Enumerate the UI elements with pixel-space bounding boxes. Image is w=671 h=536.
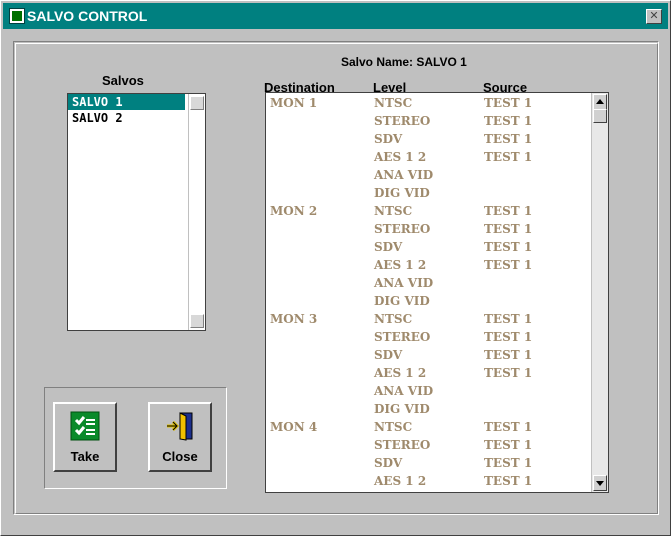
route-source: TEST 1 [484,222,533,236]
route-level: SDV [374,456,403,470]
route-level: ANA VID [374,276,434,290]
route-source: TEST 1 [484,150,533,164]
route-level: NTSC [374,312,413,326]
route-dest: MON 3 [270,312,318,326]
route-row[interactable]: ANA VID [266,382,590,400]
route-source: TEST 1 [484,420,533,434]
close-button[interactable]: Close [148,402,212,472]
routes-scrollbar[interactable] [591,93,608,492]
route-row[interactable]: DIG VID [266,292,590,310]
route-row[interactable]: MON 3 NTSC TEST 1 [266,310,590,328]
route-row[interactable]: STEREO TEST 1 [266,220,590,238]
route-level: STEREO [374,330,431,344]
route-level: SDV [374,240,403,254]
route-level: NTSC [374,96,413,110]
route-row[interactable]: STEREO TEST 1 [266,436,590,454]
route-level: ANA VID [374,168,434,182]
title-bar[interactable]: SALVO CONTROL ✕ [3,3,668,29]
salvo-list-item[interactable]: SALVO 1 [68,94,185,110]
take-checklist-icon [70,411,100,441]
route-row[interactable]: AES 1 2 TEST 1 [266,472,590,490]
route-row[interactable]: DIG VID [266,184,590,202]
route-level: AES 1 2 [374,366,427,380]
route-source: TEST 1 [484,474,533,488]
scroll-up-button[interactable] [593,94,607,110]
close-window-icon[interactable]: ✕ [646,9,662,24]
salvos-list[interactable]: SALVO 1 SALVO 2 [67,93,206,331]
route-dest: MON 2 [270,204,318,218]
route-row[interactable]: SDV TEST 1 [266,130,590,148]
route-level: NTSC [374,420,413,434]
route-source: TEST 1 [484,114,533,128]
route-level: NTSC [374,204,413,218]
salvos-scrollbar[interactable] [188,94,205,330]
route-row[interactable]: MON 1 NTSC TEST 1 [266,94,590,112]
routes-list[interactable]: MON 1 NTSC TEST 1 STEREO TEST 1 SDV TEST 1 AES … [265,92,609,493]
route-level: DIG VID [374,294,430,308]
route-source: TEST 1 [484,240,533,254]
route-level: SDV [374,348,403,362]
take-button-label: Take [70,449,100,464]
salvo-list-item[interactable]: SALVO 2 [68,110,185,126]
route-source: TEST 1 [484,204,533,218]
route-row[interactable]: SDV TEST 1 [266,238,590,256]
route-dest: MON 4 [270,420,318,434]
exit-door-icon [167,412,193,441]
route-row[interactable]: STEREO TEST 1 [266,328,590,346]
take-button[interactable]: Take [53,402,117,472]
route-row[interactable]: SDV TEST 1 [266,454,590,472]
route-source: TEST 1 [484,258,533,272]
app-icon [9,8,25,24]
close-button-label: Close [162,449,198,464]
route-row[interactable]: ANA VID [266,166,590,184]
route-source: TEST 1 [484,312,533,326]
route-row[interactable]: MON 2 NTSC TEST 1 [266,202,590,220]
route-level: STEREO [374,114,431,128]
route-row[interactable]: STEREO TEST 1 [266,112,590,130]
route-source: TEST 1 [484,348,533,362]
route-source: TEST 1 [484,366,533,380]
route-level: AES 1 2 [374,258,427,272]
salvo-control-window: SALVO CONTROL ✕ Salvo Name: SALVO 1 Salv… [0,0,671,536]
route-row[interactable]: AES 1 2 TEST 1 [266,148,590,166]
route-level: DIG VID [374,402,430,416]
route-row[interactable]: AES 1 2 TEST 1 [266,256,590,274]
scroll-down-button[interactable] [593,475,607,491]
route-level: AES 1 2 [374,474,427,488]
scroll-up-button[interactable] [190,96,204,110]
route-level: DIG VID [374,186,430,200]
route-level: SDV [374,132,403,146]
scroll-thumb[interactable] [593,109,607,123]
route-level: ANA VID [374,384,434,398]
route-row[interactable]: MON 4 NTSC TEST 1 [266,418,590,436]
route-row[interactable]: DIG VID [266,400,590,418]
scroll-down-button[interactable] [190,314,204,328]
salvo-name-label: Salvo Name: SALVO 1 [341,55,467,69]
route-level: STEREO [374,222,431,236]
window-title: SALVO CONTROL [27,8,148,24]
route-dest: MON 1 [270,96,318,110]
route-source: TEST 1 [484,438,533,452]
route-level: AES 1 2 [374,150,427,164]
route-source: TEST 1 [484,96,533,110]
route-row[interactable]: AES 1 2 TEST 1 [266,364,590,382]
route-level: STEREO [374,438,431,452]
route-source: TEST 1 [484,330,533,344]
route-row[interactable]: SDV TEST 1 [266,346,590,364]
route-source: TEST 1 [484,456,533,470]
salvos-label: Salvos [102,73,144,88]
route-source: TEST 1 [484,132,533,146]
route-row[interactable]: ANA VID [266,274,590,292]
